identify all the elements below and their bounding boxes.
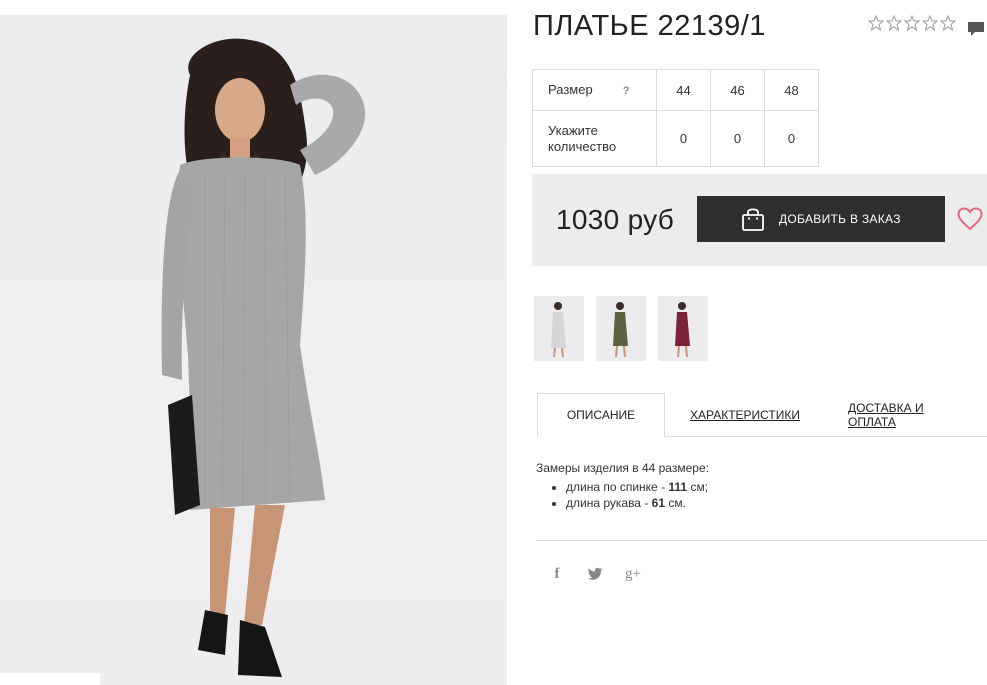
quantity-input-46[interactable]: 0 — [710, 110, 765, 167]
description-intro: Замеры изделия в 44 размере: — [536, 461, 709, 475]
twitter-icon — [587, 567, 602, 580]
description-content: Замеры изделия в 44 размере: длина по сп… — [536, 460, 709, 511]
dress-thumbnail-image — [551, 302, 566, 358]
size-label: Размер — [548, 81, 593, 97]
photo-corner-tab — [0, 673, 100, 685]
quantity-label-line1: Укажите — [548, 122, 598, 138]
measurement-unit: см; — [687, 480, 709, 494]
quantity-row: Укажите количество 0 0 0 — [532, 110, 819, 167]
price-box: 1030 руб ДОБАВИТЬ В ЗАКАЗ — [532, 174, 987, 266]
measurement-label: длина по спинке - — [566, 480, 669, 494]
heart-icon[interactable] — [957, 207, 983, 231]
star-icon[interactable] — [922, 15, 938, 31]
quantity-input-44[interactable]: 0 — [656, 110, 711, 167]
star-icon[interactable] — [904, 15, 920, 31]
size-quantity-table: Размер? 44 46 48 Укажите количество 0 0 … — [532, 69, 819, 167]
thumbnail-grey[interactable] — [534, 296, 584, 361]
measurement-unit: см. — [665, 496, 686, 510]
measurement-value: 61 — [651, 496, 666, 510]
thumbnail-olive[interactable] — [596, 296, 646, 361]
model-in-grey-dress-illustration — [161, 38, 366, 677]
measurement-value: 111 — [668, 480, 688, 494]
comment-icon[interactable] — [967, 20, 985, 38]
product-price: 1030 руб — [556, 204, 675, 235]
star-icon[interactable] — [868, 15, 884, 31]
google-plus-share-button[interactable]: g+ — [624, 565, 642, 583]
star-icon[interactable] — [940, 15, 956, 31]
social-share-links: f g+ — [548, 565, 642, 583]
star-icon[interactable] — [886, 15, 902, 31]
tab-delivery-payment[interactable]: ДОСТАВКА И ОПЛАТА — [848, 393, 974, 437]
dress-thumbnail-image — [675, 302, 690, 358]
quantity-label-line2: количество — [548, 138, 617, 154]
product-main-photo[interactable] — [0, 15, 507, 685]
facebook-icon: f — [554, 565, 560, 582]
measurement-item: длина по спинке - 111 см; — [566, 479, 709, 495]
size-help-icon[interactable]: ? — [623, 83, 630, 99]
tab-characteristics[interactable]: ХАРАКТЕРИСТИКИ — [689, 393, 801, 437]
dress-thumbnail-image — [613, 302, 628, 358]
measurement-label: длина рукава - — [566, 496, 652, 510]
add-to-order-button[interactable]: ДОБАВИТЬ В ЗАКАЗ — [697, 196, 945, 242]
measurement-list: длина по спинке - 111 см; длина рукава -… — [536, 479, 709, 511]
color-variant-thumbnails — [534, 296, 708, 361]
size-row: Размер? 44 46 48 — [532, 69, 819, 111]
size-48: 48 — [764, 69, 819, 111]
facebook-share-button[interactable]: f — [548, 565, 566, 583]
google-plus-icon: g+ — [625, 565, 641, 582]
quantity-input-48[interactable]: 0 — [764, 110, 819, 167]
product-title: ПЛАТЬЕ 22139/1 — [533, 10, 766, 42]
twitter-share-button[interactable] — [586, 565, 604, 583]
size-label-cell: Размер? — [532, 69, 657, 111]
thumbnail-burgundy[interactable] — [658, 296, 708, 361]
shopping-bag-icon — [742, 208, 764, 231]
rating-stars[interactable] — [868, 15, 956, 31]
size-46: 46 — [710, 69, 765, 111]
tab-description[interactable]: ОПИСАНИЕ — [537, 393, 665, 437]
measurement-item: длина рукава - 61 см. — [566, 495, 709, 511]
add-to-order-label: ДОБАВИТЬ В ЗАКАЗ — [779, 212, 901, 226]
quantity-label-cell: Укажите количество — [532, 110, 657, 167]
size-44: 44 — [656, 69, 711, 111]
content-divider — [536, 540, 987, 541]
